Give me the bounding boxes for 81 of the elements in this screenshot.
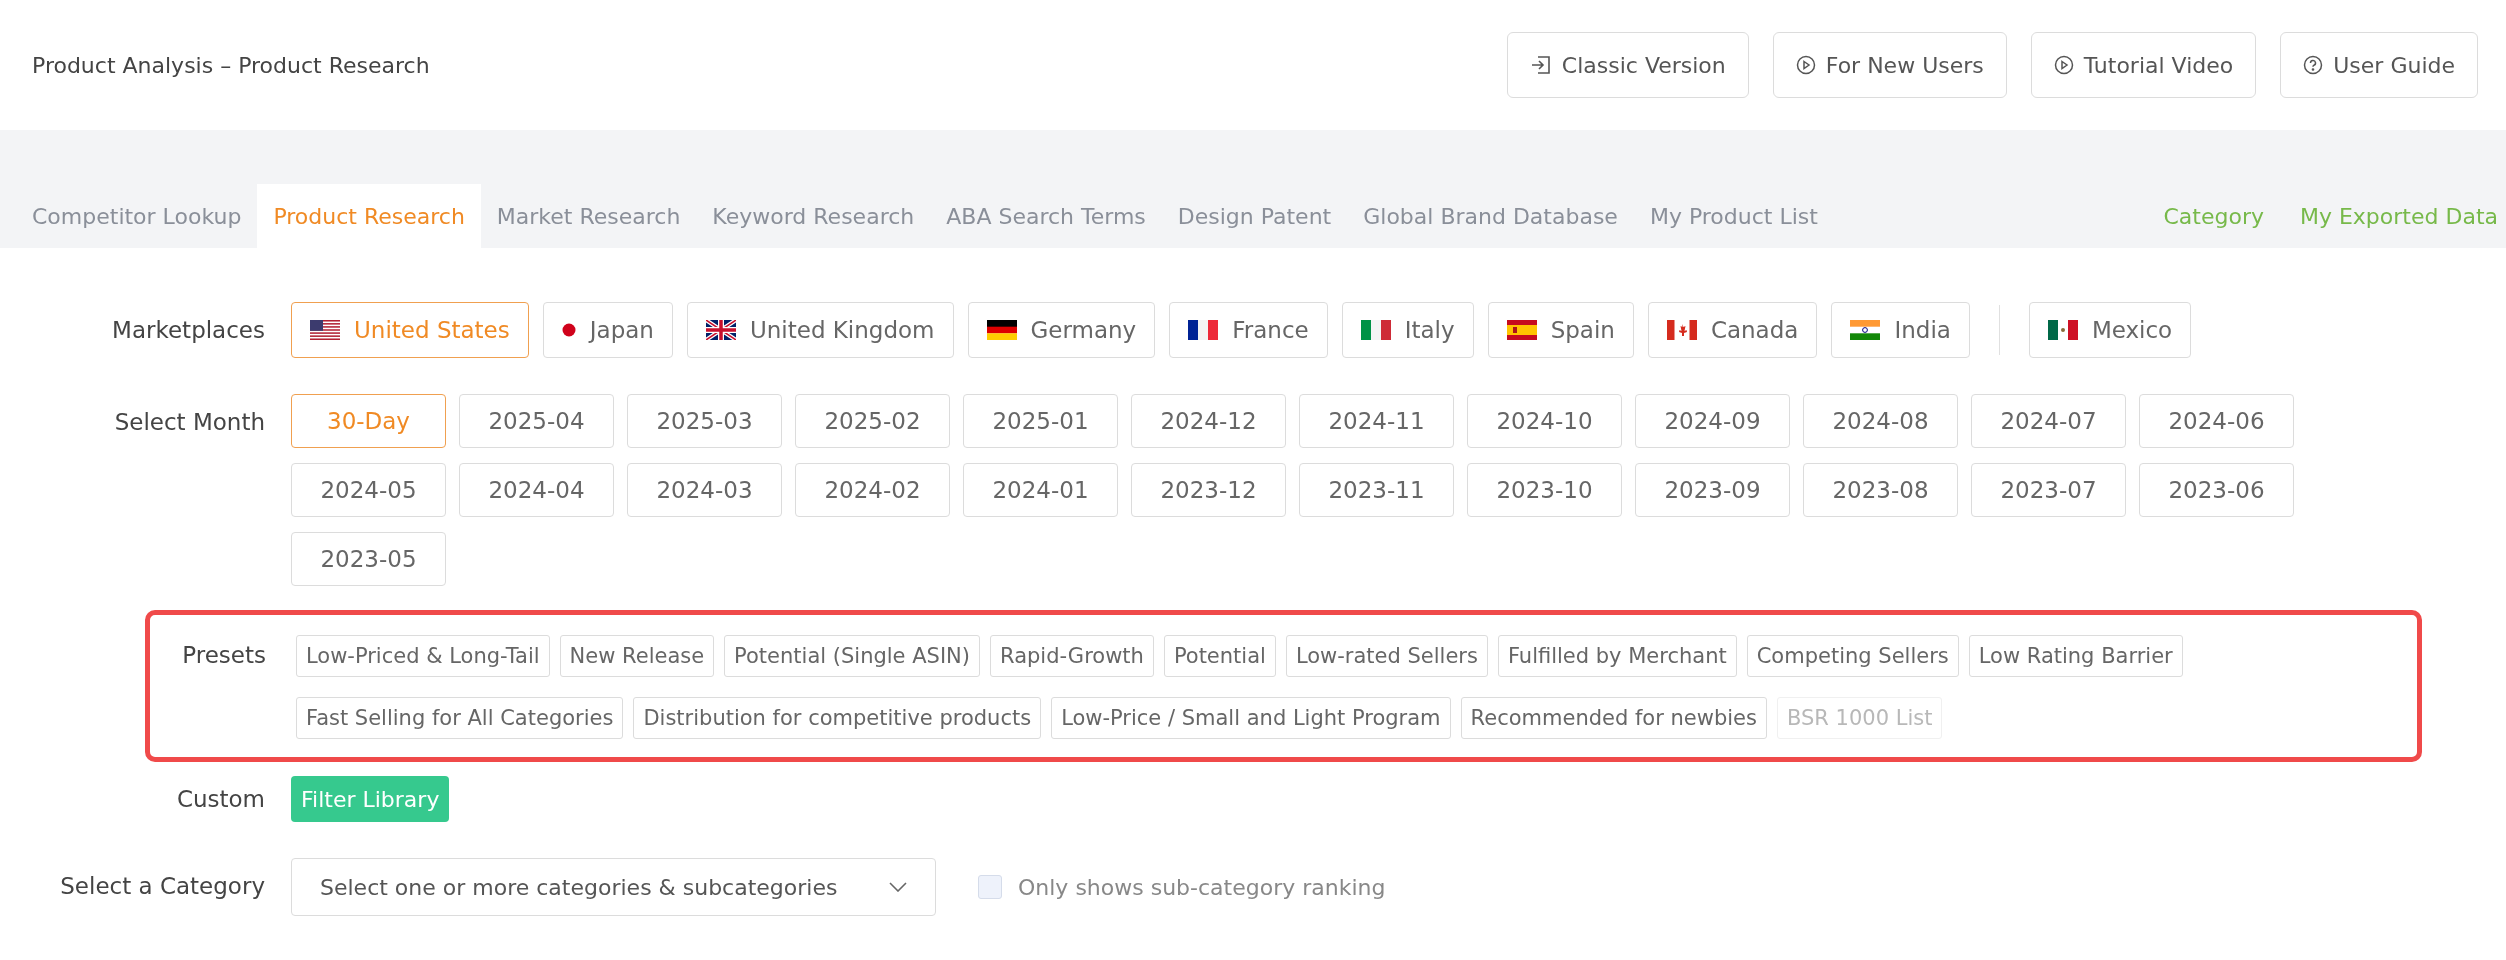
chevron-down-icon	[889, 882, 907, 892]
month-option[interactable]: 2024-08	[1803, 394, 1958, 448]
month-option[interactable]: 2023-11	[1299, 463, 1454, 517]
preset-tag[interactable]: Competing Sellers	[1746, 635, 1959, 677]
header-button[interactable]: Tutorial Video	[2030, 32, 2257, 98]
flag-icon	[986, 320, 1017, 340]
flag-icon	[310, 320, 340, 340]
header-button[interactable]: Classic Version	[1506, 32, 1749, 98]
month-option[interactable]: 2025-01	[963, 394, 1118, 448]
field-label: Marketplaces	[111, 316, 265, 345]
preset-tag[interactable]: Rapid-Growth	[990, 635, 1154, 677]
flag-icon	[2047, 320, 2078, 340]
field-label: Custom	[175, 785, 265, 814]
category-select[interactable]: Select one or more categories & subcategories	[291, 858, 936, 916]
month-option[interactable]: 2023-12	[1131, 463, 1286, 517]
month-option[interactable]: 2024-01	[963, 463, 1118, 517]
month-option[interactable]: 2024-12	[1131, 394, 1286, 448]
field-label: Presets	[181, 641, 266, 670]
month-option[interactable]: 2023-08	[1803, 463, 1958, 517]
month-option[interactable]: 2024-09	[1635, 394, 1790, 448]
help-icon	[2303, 55, 2324, 75]
nav-tab[interactable]: ABA Search Terms	[930, 184, 1162, 248]
month-option[interactable]: 2025-04	[459, 394, 614, 448]
header-button[interactable]: For New Users	[1772, 32, 2007, 98]
marketplace-option[interactable]: United Kingdom	[686, 302, 954, 358]
marketplace-option[interactable]: France	[1169, 302, 1328, 358]
month-option[interactable]: 2023-09	[1635, 463, 1790, 517]
marketplace-option[interactable]: Mexico	[2028, 302, 2192, 358]
month-option[interactable]: 2024-05	[291, 463, 446, 517]
flag-icon	[705, 320, 736, 340]
month-option[interactable]: 2024-10	[1467, 394, 1622, 448]
nav-tab[interactable]: Design Patent	[1161, 184, 1348, 248]
preset-tag[interactable]: Low-Price / Small and Light Program	[1051, 697, 1451, 739]
preset-tag[interactable]: Low-Priced & Long-Tail	[296, 635, 550, 677]
play-circle-icon	[1795, 55, 1816, 75]
preset-tag[interactable]: Low-rated Sellers	[1285, 635, 1488, 677]
flag-icon	[1188, 320, 1219, 340]
flag-icon	[1506, 320, 1537, 340]
enter-icon	[1529, 54, 1552, 76]
field-label: Select a Category	[59, 872, 265, 901]
month-option[interactable]: 2023-05	[291, 532, 446, 586]
month-option[interactable]: 2025-02	[795, 394, 950, 448]
month-option[interactable]: 2023-10	[1467, 463, 1622, 517]
month-option[interactable]: 2023-07	[1971, 463, 2126, 517]
marketplace-option[interactable]: Canada	[1647, 302, 1818, 358]
preset-tag[interactable]: Fulfilled by Merchant	[1497, 635, 1737, 677]
nav-tab[interactable]: Global Brand Database	[1347, 184, 1634, 248]
play-circle-icon	[2053, 55, 2074, 75]
nav-tab[interactable]: Market Research	[480, 184, 697, 248]
checkbox[interactable]	[978, 875, 1002, 899]
marketplace-option[interactable]: Spain	[1487, 302, 1634, 358]
preset-tag[interactable]: New Release	[559, 635, 715, 677]
flag-icon	[561, 323, 576, 337]
month-option[interactable]: 2023-06	[2139, 463, 2294, 517]
month-option[interactable]: 2024-03	[627, 463, 782, 517]
nav-tab[interactable]: My Product List	[1633, 184, 1834, 248]
nav-tab[interactable]: Competitor Lookup	[16, 184, 258, 248]
month-option[interactable]: 2024-06	[2139, 394, 2294, 448]
header-button[interactable]: User Guide	[2280, 32, 2478, 98]
checkbox-label: Only shows sub-category ranking	[1018, 874, 1386, 900]
field-label: Select Month	[113, 408, 265, 437]
marketplace-option[interactable]: Japan	[542, 302, 673, 358]
month-option[interactable]: 2024-04	[459, 463, 614, 517]
preset-tag[interactable]: Low Rating Barrier	[1968, 635, 2183, 677]
flag-icon	[1850, 320, 1881, 340]
flag-icon	[1360, 320, 1391, 340]
preset-tag[interactable]: Recommended for newbies	[1460, 697, 1767, 739]
page-title: Product Analysis – Product Research	[32, 52, 430, 78]
nav-tab[interactable]: Keyword Research	[696, 184, 931, 248]
preset-tag[interactable]: Fast Selling for All Categories	[296, 697, 624, 739]
month-option[interactable]: 2024-11	[1299, 394, 1454, 448]
marketplace-option[interactable]: Germany	[967, 302, 1156, 358]
flag-icon	[1666, 320, 1697, 340]
month-option[interactable]: 2024-07	[1971, 394, 2126, 448]
marketplace-option[interactable]: India	[1831, 302, 1970, 358]
marketplace-option[interactable]: Italy	[1341, 302, 1474, 358]
month-option[interactable]: 2024-02	[795, 463, 950, 517]
month-option[interactable]: 2025-03	[627, 394, 782, 448]
preset-tag[interactable]: Distribution for competitive products	[633, 697, 1042, 739]
preset-tag[interactable]: Potential (Single ASIN)	[724, 635, 980, 677]
preset-tag[interactable]: Potential	[1163, 635, 1276, 677]
